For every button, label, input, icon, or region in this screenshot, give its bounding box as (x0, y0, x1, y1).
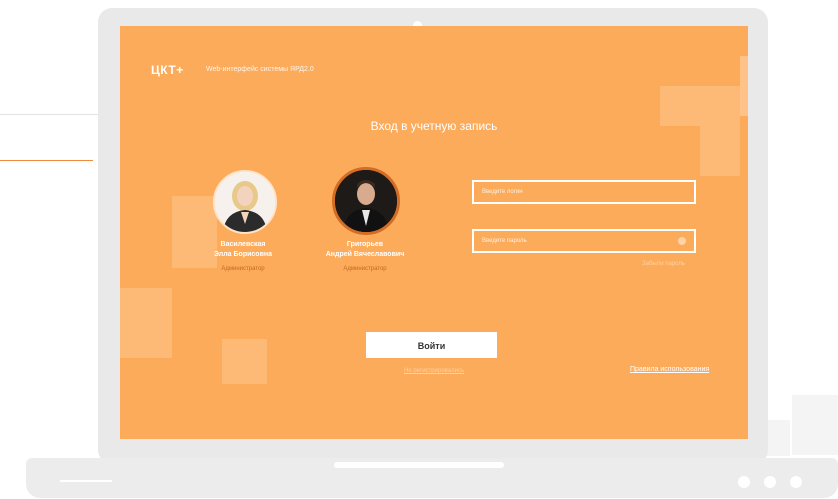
user-role: Администратор (343, 266, 387, 272)
decorative-accent-line (0, 160, 93, 161)
login-screen: ЦКТ+ Web-интерфейс системы ЯРД2.0 Вход в… (120, 26, 748, 439)
app-subtitle: Web-интерфейс системы ЯРД2.0 (206, 66, 314, 73)
decorative-line (0, 114, 98, 115)
user-name-vasilevskaya: Василевская Элла Борисовна (183, 240, 303, 260)
decor-square (740, 56, 748, 116)
terms-of-use-link[interactable]: Правила использования (630, 366, 709, 373)
login-placeholder: Введите логин (482, 189, 523, 195)
user-surname: Василевская (220, 241, 266, 248)
indicator-dot (738, 476, 750, 488)
laptop-groove (334, 462, 504, 468)
login-input[interactable]: Введите логин (472, 180, 696, 204)
laptop-base (26, 458, 838, 498)
show-password-icon[interactable] (678, 237, 686, 245)
decor-square (222, 339, 267, 384)
user-surname: Григорьев (346, 241, 384, 248)
decor-square (120, 288, 172, 358)
user-avatar-grigoryev[interactable] (332, 167, 400, 235)
indicator-dot (764, 476, 776, 488)
user-avatar-vasilevskaya[interactable] (213, 170, 277, 234)
password-input[interactable]: Введите пароль (472, 229, 696, 253)
logo: ЦКТ+ (151, 63, 184, 77)
laptop-base-line (60, 480, 112, 482)
forgot-password-link[interactable]: Забыли пароль (642, 261, 685, 267)
indicator-dot (790, 476, 802, 488)
login-button[interactable]: Войти (366, 332, 497, 358)
page-title: Вход в учетную запись (370, 119, 498, 133)
user-given-name: Андрей Вячеславович (325, 251, 405, 258)
user-name-grigoryev: Григорьев Андрей Вячеславович (305, 240, 425, 260)
password-placeholder: Введите пароль (482, 238, 527, 244)
decor-square (700, 126, 740, 176)
avatar-photo (215, 172, 275, 232)
background-square (792, 395, 838, 455)
user-role: Администратор (221, 266, 265, 272)
avatar-photo (335, 170, 397, 232)
user-given-name: Элла Борисовна (213, 251, 273, 258)
not-registered-link[interactable]: Не регистрировались (404, 368, 464, 374)
